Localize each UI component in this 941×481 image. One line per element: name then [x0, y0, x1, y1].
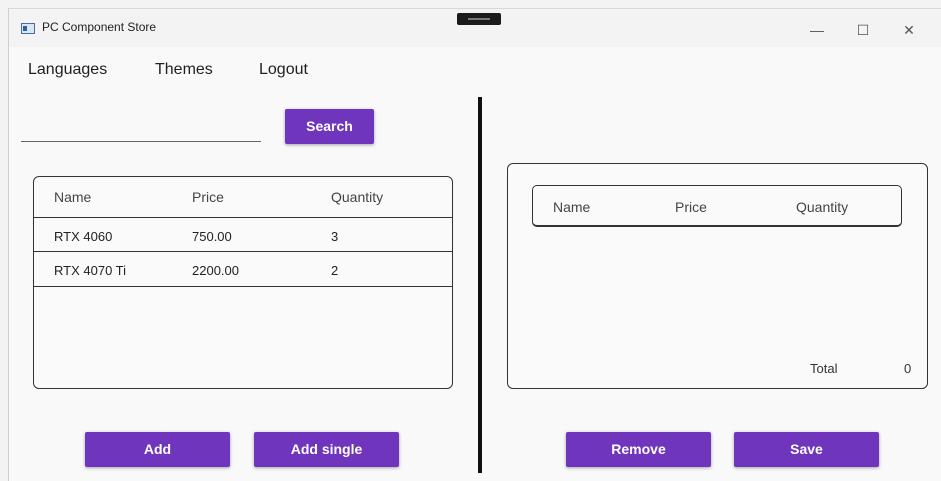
minimize-button[interactable]: —: [794, 17, 840, 43]
cell-name: RTX 4070 Ti: [54, 263, 127, 278]
cart-panel: Name Price Quantity Total 0: [507, 163, 928, 389]
cell-price: 2200.00: [192, 263, 239, 278]
menu-item-logout[interactable]: Logout: [259, 61, 308, 79]
app-window: PC Component Store — ☐ ✕ Languages Theme…: [8, 8, 941, 481]
maximize-button[interactable]: ☐: [840, 17, 886, 43]
total-label: Total: [810, 361, 838, 376]
column-header-name[interactable]: Name: [553, 199, 590, 215]
header-divider: [34, 217, 452, 218]
add-single-button[interactable]: Add single: [254, 432, 399, 467]
column-header-price[interactable]: Price: [192, 189, 224, 205]
product-table: Name Price Quantity RTX 4060 750.00 3 RT…: [33, 176, 453, 389]
row-divider: [34, 286, 452, 287]
row-divider: [34, 251, 452, 252]
cell-name: RTX 4060: [54, 229, 113, 244]
search-button[interactable]: Search: [285, 109, 374, 144]
column-header-price[interactable]: Price: [675, 199, 707, 215]
close-button[interactable]: ✕: [886, 17, 932, 43]
cell-quantity: 3: [331, 229, 339, 244]
cart-table-header: Name Price Quantity: [532, 185, 902, 227]
panel-divider: [478, 97, 482, 473]
title-bar[interactable]: PC Component Store — ☐ ✕: [9, 9, 941, 47]
column-header-name[interactable]: Name: [54, 189, 91, 205]
app-icon: [21, 23, 35, 34]
remove-button[interactable]: Remove: [566, 432, 711, 467]
cell-quantity: 2: [331, 263, 339, 278]
menu-item-languages[interactable]: Languages: [28, 61, 107, 79]
snap-handle[interactable]: [457, 13, 501, 25]
window-title: PC Component Store: [42, 20, 157, 34]
column-header-quantity[interactable]: Quantity: [796, 199, 848, 215]
total-value: 0: [904, 361, 912, 376]
save-button[interactable]: Save: [734, 432, 879, 467]
cell-price: 750.00: [192, 229, 232, 244]
add-button[interactable]: Add: [85, 432, 230, 467]
search-input[interactable]: [21, 141, 261, 142]
menu-item-themes[interactable]: Themes: [155, 61, 213, 79]
column-header-quantity[interactable]: Quantity: [331, 189, 383, 205]
